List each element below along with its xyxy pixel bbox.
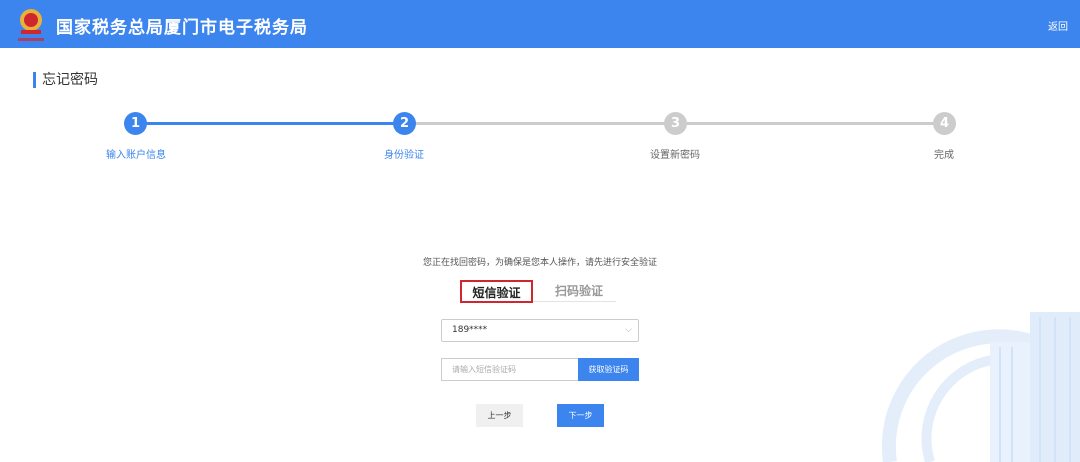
building-watermark-decoration — [881, 312, 1080, 462]
step-label-3: 设置新密码 — [650, 150, 700, 161]
step-label-1: 输入账户信息 — [106, 150, 166, 161]
tab-scan-verification[interactable]: 扫码验证 — [542, 280, 616, 303]
chevron-down-icon: ⌵ — [625, 325, 632, 335]
step-label-4: 完成 — [934, 150, 954, 161]
prev-step-button[interactable]: 上一步 — [476, 404, 523, 427]
step-line-1 — [136, 122, 404, 125]
step-label-2: 身份验证 — [384, 150, 424, 161]
next-step-button[interactable]: 下一步 — [557, 404, 604, 427]
verification-hint: 您正在找回密码，为确保是您本人操作，请先进行安全验证 — [422, 258, 657, 268]
get-code-button[interactable]: 获取验证码 — [578, 358, 639, 381]
sms-code-input[interactable]: 请输入短信验证码 — [441, 358, 578, 381]
tax-emblem-logo — [18, 9, 44, 41]
step-circle-1: 1 — [124, 112, 147, 135]
step-circle-4: 4 — [933, 112, 956, 135]
page-title: 忘记密码 — [33, 72, 98, 88]
phone-select[interactable]: 189**** ⌵ — [441, 319, 639, 342]
site-title: 国家税务总局厦门市电子税务局 — [56, 18, 308, 38]
tab-sms-verification[interactable]: 短信验证 — [460, 280, 533, 303]
header: 国家税务总局厦门市电子税务局 返回 — [0, 0, 1080, 48]
step-circle-2: 2 — [393, 112, 416, 135]
step-circle-3: 3 — [664, 112, 687, 135]
verification-tabs: 短信验证 扫码验证 — [460, 280, 616, 303]
back-link[interactable]: 返回 — [1048, 18, 1068, 33]
phone-select-value: 189**** — [452, 325, 488, 335]
